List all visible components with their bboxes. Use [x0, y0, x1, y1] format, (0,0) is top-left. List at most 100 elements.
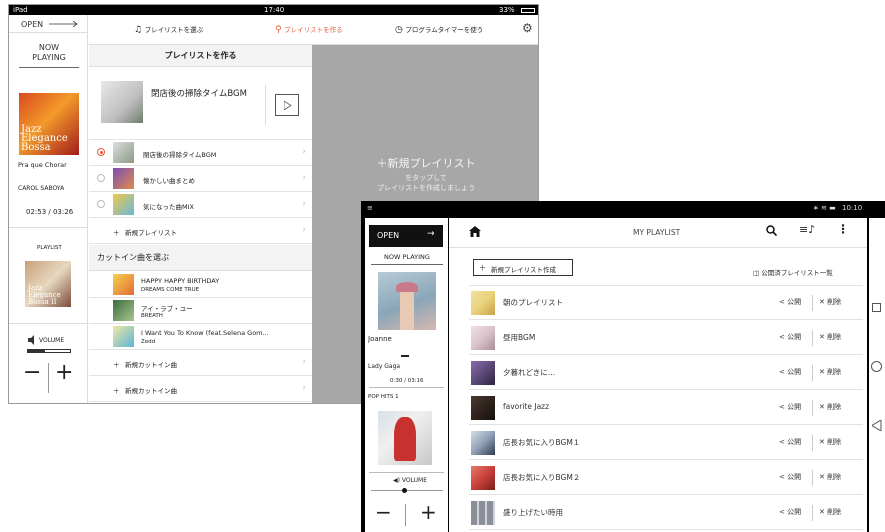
arrow-right-icon: [49, 21, 78, 27]
radio-selected[interactable]: [97, 148, 105, 156]
new-playlist-button[interactable]: ＋ 新規プレイリスト ›: [89, 218, 312, 244]
volume-track[interactable]: [371, 490, 443, 491]
share-icon: <: [779, 333, 785, 341]
share-button[interactable]: < 公開: [779, 297, 801, 307]
divider: [812, 470, 813, 486]
share-button[interactable]: < 公開: [779, 472, 801, 482]
tab-select-playlist[interactable]: ♫ プレイリストを選ぶ: [134, 24, 203, 35]
playlist-row[interactable]: 朝のプレイリスト < 公開 ✕ 削除: [469, 286, 863, 320]
playlist-row[interactable]: 夕暮れどきに… < 公開 ✕ 削除: [469, 356, 863, 390]
playlist-row[interactable]: 店長お気に入りBGM２ < 公開 ✕ 削除: [469, 461, 863, 495]
recents-icon[interactable]: [872, 303, 881, 312]
hint-subtitle: をタップして: [405, 174, 447, 182]
album-title: Joanne: [368, 335, 392, 343]
close-icon: ✕: [819, 298, 825, 306]
share-button[interactable]: < 公開: [779, 507, 801, 517]
playlist-row[interactable]: 昼用BGM < 公開 ✕ 削除: [469, 321, 863, 355]
share-icon: <: [779, 368, 785, 376]
radio-unselected[interactable]: [97, 174, 105, 182]
arrow-right-icon: →: [427, 229, 435, 239]
search-icon[interactable]: [766, 225, 777, 236]
progress-thumb[interactable]: [401, 355, 409, 357]
playlist-album-art[interactable]: [378, 411, 432, 465]
song-thumbnail: [113, 274, 134, 295]
plus-icon: ＋: [113, 229, 120, 237]
featured-playlist-title: 閉店後の掃除タイムBGM: [151, 89, 247, 99]
playlist-album-art[interactable]: Jazz Elegance Bossa II: [25, 261, 71, 307]
more-vert-icon[interactable]: ⋮: [837, 222, 849, 236]
volume-up-button[interactable]: +: [55, 361, 73, 385]
volume-bar[interactable]: [27, 349, 71, 353]
playlist-row[interactable]: favorite Jazz < 公開 ✕ 削除: [469, 391, 863, 425]
delete-button[interactable]: ✕ 削除: [819, 402, 841, 412]
back-icon[interactable]: [872, 420, 882, 431]
delete-button[interactable]: ✕ 削除: [819, 367, 841, 377]
public-playlist-link[interactable]: ◫ 公開済プレイリスト一覧: [753, 267, 833, 277]
share-icon: <: [779, 508, 785, 516]
delete-button[interactable]: ✕ 削除: [819, 332, 841, 342]
android-screenshot: ≡ ∗ ≋ ▬ 10:10 OPEN → NOW PLAYING Joanne …: [361, 201, 885, 532]
sidebar-divider: [9, 227, 88, 228]
volume-label: VOLUME: [39, 337, 65, 344]
tab-create-playlist[interactable]: ⚲ プレイリストを作る: [275, 24, 343, 35]
speaker-icon: ◀): [393, 477, 400, 484]
new-cutin-button[interactable]: ＋ 新規カットイン曲 ›: [89, 350, 312, 376]
close-icon: ✕: [819, 403, 825, 411]
share-button[interactable]: < 公開: [779, 402, 801, 412]
volume-down-button[interactable]: −: [23, 361, 41, 385]
share-button[interactable]: < 公開: [779, 367, 801, 377]
delete-button[interactable]: ✕ 削除: [819, 297, 841, 307]
volume-divider: [405, 504, 406, 526]
cutin-song-row[interactable]: HAPPY HAPPY BIRTHDAY DREAMS COME TRUE: [89, 272, 312, 298]
app-header: MY PLAYLIST ≡♪ ⋮: [449, 218, 867, 248]
delete-button[interactable]: ✕ 削除: [819, 437, 841, 447]
queue-music-icon[interactable]: ≡♪: [799, 223, 815, 236]
gear-icon[interactable]: ⚙: [522, 21, 533, 35]
cutin-song-row[interactable]: I Want You To Know (feat.Selena Gom... Z…: [89, 324, 312, 350]
radio-unselected[interactable]: [97, 200, 105, 208]
song-thumbnail: [113, 300, 134, 321]
new-cutin-button[interactable]: ＋ 新規カットイン曲 ›: [89, 376, 312, 402]
volume-up-button[interactable]: +: [420, 501, 437, 523]
ipad-tab-bar: ♫ プレイリストを選ぶ ⚲ プレイリストを作る ◷ プログラムタイマーを使う ⚙: [89, 15, 538, 45]
create-playlist-button[interactable]: ＋ 新規プレイリスト作成: [473, 259, 573, 276]
volume-thumb[interactable]: [402, 488, 407, 493]
my-playlist-screen: MY PLAYLIST ≡♪ ⋮ ＋ 新規プレイリスト作成 ◫ 公開済プレイリス…: [449, 218, 867, 532]
now-playing-album-art: Jazz Elegance Bossa: [19, 93, 79, 155]
playlist-row[interactable]: 店長お気に入りBGM１ < 公開 ✕ 削除: [469, 426, 863, 460]
volume-down-button[interactable]: −: [375, 501, 392, 523]
cutin-song-row[interactable]: アイ・ラブ・ユー BREATH: [89, 298, 312, 324]
featured-playlist-art: [101, 81, 143, 123]
playlist-row[interactable]: 閉店後の掃除タイムBGM ›: [89, 140, 312, 166]
now-playing-label: NOW PLAYING: [19, 43, 79, 68]
hint-title: ＋新規プレイリスト: [376, 157, 476, 170]
clock-icon: ◷: [395, 25, 403, 35]
share-icon: <: [779, 438, 785, 446]
now-playing-album-art: [378, 272, 436, 330]
playlist-thumbnail: [113, 142, 134, 163]
chevron-right-icon: ›: [302, 357, 306, 367]
delete-button[interactable]: ✕ 削除: [819, 507, 841, 517]
playlist-row[interactable]: 気になった曲MIX ›: [89, 192, 312, 218]
plus-icon: ＋: [113, 387, 120, 395]
share-icon: <: [779, 473, 785, 481]
hint-subtitle: プレイリストを作成しましょう: [377, 184, 475, 192]
chevron-right-icon: ›: [302, 225, 306, 235]
plus-icon: ＋: [113, 361, 120, 369]
share-button[interactable]: < 公開: [779, 332, 801, 342]
close-icon: ✕: [819, 438, 825, 446]
tab-program-timer[interactable]: ◷ プログラムタイマーを使う: [395, 24, 483, 35]
playlist-thumbnail: [113, 194, 134, 215]
notification-icon: ≡: [367, 204, 373, 212]
share-button[interactable]: < 公開: [779, 437, 801, 447]
open-button[interactable]: OPEN →: [369, 225, 443, 247]
playlist-row[interactable]: 懐かしい曲まとめ ›: [89, 166, 312, 192]
home-icon[interactable]: [469, 226, 481, 237]
delete-button[interactable]: ✕ 削除: [819, 472, 841, 482]
play-button[interactable]: [275, 94, 299, 116]
android-status-bar: ≡ ∗ ≋ ▬ 10:10: [361, 201, 871, 216]
chevron-right-icon: ›: [302, 199, 306, 209]
playlist-row[interactable]: 盛り上げたい時用 < 公開 ✕ 削除: [469, 496, 863, 530]
open-button[interactable]: OPEN: [9, 15, 88, 33]
home-nav-icon[interactable]: [871, 361, 882, 372]
